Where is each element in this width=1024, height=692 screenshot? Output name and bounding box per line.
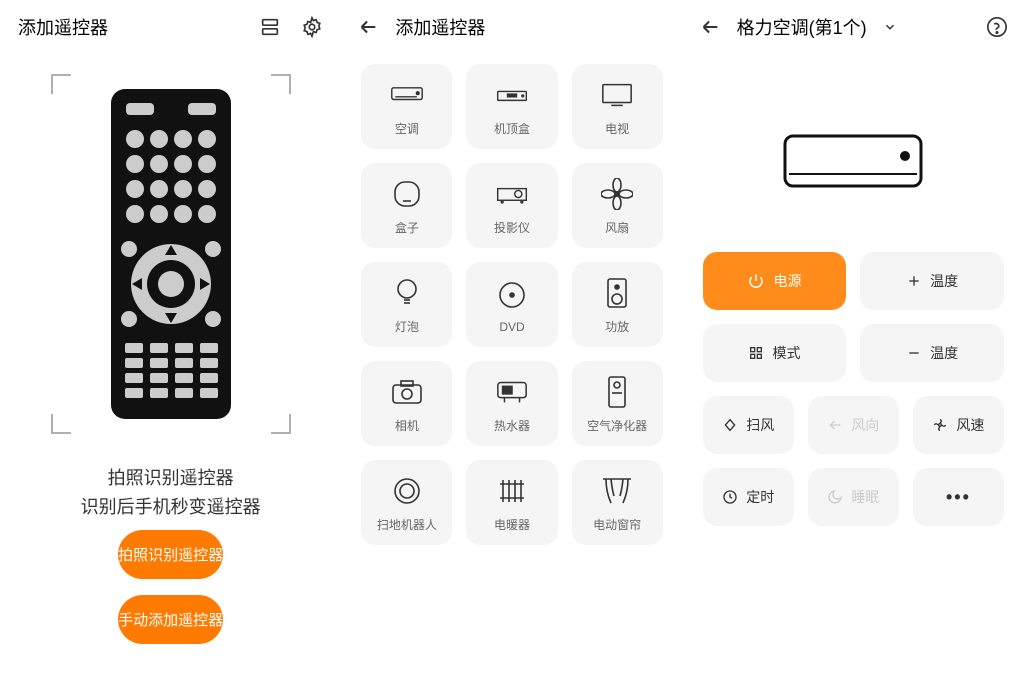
projector-icon	[495, 179, 529, 209]
device-label: 空调	[395, 120, 419, 137]
control-label: 定时	[746, 487, 774, 507]
device-robot[interactable]: 扫地机器人	[361, 460, 452, 545]
power-button[interactable]: 电源	[703, 252, 847, 310]
speed-button[interactable]: 风速	[913, 396, 1004, 454]
device-heater[interactable]: 热水器	[466, 361, 557, 446]
device-fan[interactable]: 风扇	[572, 163, 663, 248]
help-icon[interactable]	[986, 16, 1008, 38]
temp-down-button[interactable]: 温度	[860, 324, 1004, 382]
back-icon[interactable]	[357, 16, 379, 38]
timer-button[interactable]: 定时	[703, 468, 794, 526]
ac-unit-icon	[783, 134, 923, 192]
stb-icon	[495, 80, 529, 110]
water-heater-icon	[495, 377, 529, 407]
device-dvd[interactable]: DVD	[466, 262, 557, 347]
scan-icon[interactable]	[259, 16, 281, 38]
device-label: 电暖器	[494, 516, 530, 533]
device-label: 盒子	[395, 219, 419, 236]
direction-button[interactable]: 风向	[808, 396, 899, 454]
control-label: 温度	[930, 271, 958, 291]
device-label: DVD	[499, 320, 524, 334]
mode-button[interactable]: 模式	[703, 324, 847, 382]
device-label: 投影仪	[494, 219, 530, 236]
settings-icon[interactable]	[301, 16, 323, 38]
power-icon	[747, 272, 765, 290]
bulb-icon	[390, 278, 424, 308]
clock-icon	[722, 489, 738, 505]
device-label: 空气净化器	[587, 417, 647, 434]
dvd-icon	[495, 280, 529, 310]
fan-icon	[600, 179, 634, 209]
camera-icon	[390, 377, 424, 407]
control-label: 温度	[930, 343, 958, 363]
speed-icon	[932, 417, 948, 433]
device-label: 功放	[605, 318, 629, 335]
moon-icon	[827, 489, 843, 505]
control-label: 电源	[773, 271, 801, 291]
box-icon	[390, 179, 424, 209]
device-label: 电视	[605, 120, 629, 137]
swing-icon	[722, 417, 738, 433]
control-label: 风向	[851, 415, 879, 435]
device-camera[interactable]: 相机	[361, 361, 452, 446]
device-box[interactable]: 盒子	[361, 163, 452, 248]
device-bulb[interactable]: 灯泡	[361, 262, 452, 347]
device-curtain[interactable]: 电动窗帘	[572, 460, 663, 545]
mode-icon	[748, 345, 764, 361]
device-purifier[interactable]: 空气净化器	[572, 361, 663, 446]
device-label: 灯泡	[395, 318, 419, 335]
photo-recognize-button[interactable]: 拍照识别遥控器	[118, 530, 223, 579]
promo-line-1: 拍照识别遥控器	[81, 464, 261, 493]
page-title: 添加遥控器	[395, 14, 485, 40]
remote-icon	[111, 89, 231, 419]
swing-button[interactable]: 扫风	[703, 396, 794, 454]
minus-icon	[906, 345, 922, 361]
robot-icon	[390, 476, 424, 506]
page-title: 添加遥控器	[18, 14, 259, 40]
curtain-icon	[600, 476, 634, 506]
radiator-icon	[495, 476, 529, 506]
sleep-button[interactable]: 睡眠	[808, 468, 899, 526]
control-label: 睡眠	[851, 487, 879, 507]
speaker-icon	[600, 278, 634, 308]
direction-icon	[827, 417, 843, 433]
promo-line-2: 识别后手机秒变遥控器	[81, 493, 261, 522]
device-ac[interactable]: 空调	[361, 64, 452, 149]
chevron-down-icon[interactable]	[883, 20, 897, 34]
manual-add-button[interactable]: 手动添加遥控器	[118, 595, 223, 644]
device-amp[interactable]: 功放	[572, 262, 663, 347]
device-projector[interactable]: 投影仪	[466, 163, 557, 248]
device-label: 风扇	[605, 219, 629, 236]
page-title: 格力空调(第1个)	[737, 14, 867, 40]
control-label: 风速	[956, 415, 984, 435]
device-label: 机顶盒	[494, 120, 530, 137]
control-label: 扫风	[746, 415, 774, 435]
temp-up-button[interactable]: 温度	[860, 252, 1004, 310]
device-label: 电动窗帘	[593, 516, 641, 533]
ac-icon	[390, 80, 424, 110]
device-tv[interactable]: 电视	[572, 64, 663, 149]
device-label: 热水器	[494, 417, 530, 434]
tv-icon	[600, 80, 634, 110]
remote-scan-frame	[51, 74, 291, 434]
more-icon: •••	[946, 487, 971, 508]
more-button[interactable]: •••	[913, 468, 1004, 526]
device-stb[interactable]: 机顶盒	[466, 64, 557, 149]
purifier-icon	[600, 377, 634, 407]
device-eheater[interactable]: 电暖器	[466, 460, 557, 545]
control-label: 模式	[772, 343, 800, 363]
device-label: 扫地机器人	[377, 516, 437, 533]
device-label: 相机	[395, 417, 419, 434]
plus-icon	[906, 273, 922, 289]
back-icon[interactable]	[699, 16, 721, 38]
